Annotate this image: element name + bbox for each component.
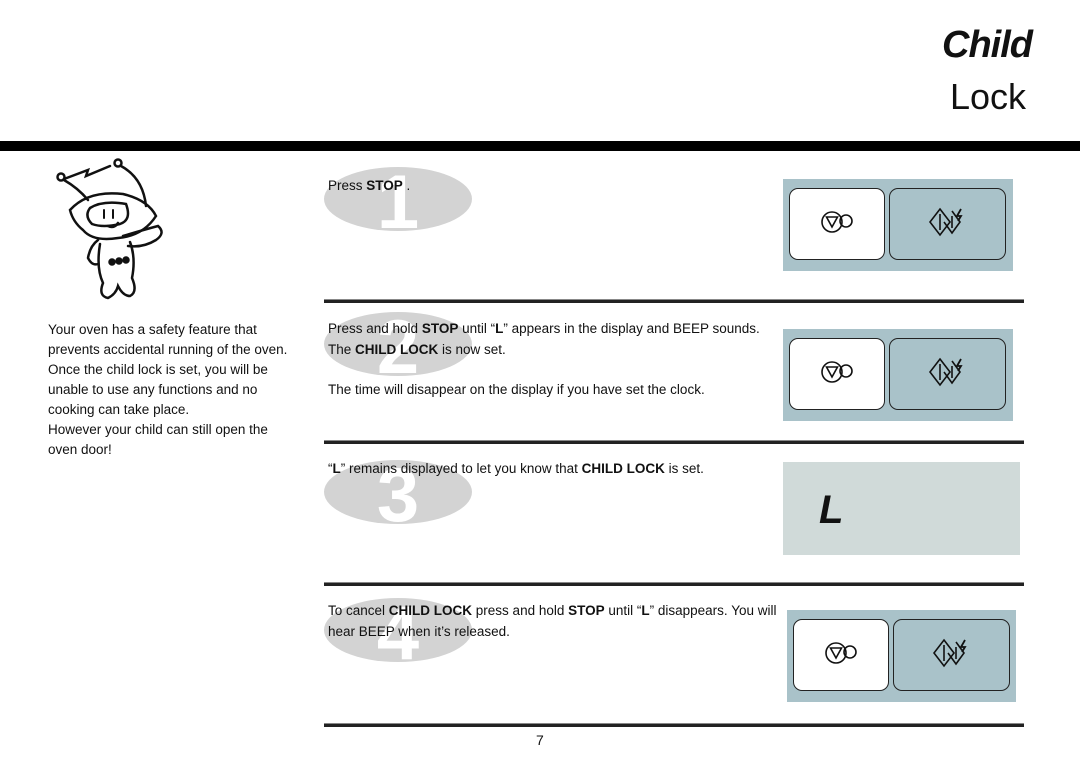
intro-line: cooking can take place. — [48, 402, 190, 417]
emphasized-text: STOP — [421, 321, 459, 336]
intro-line: prevents accidental running of the oven. — [48, 342, 288, 357]
text-segment: Press and hold — [328, 321, 422, 336]
emphasized-text: CHILD LOCK — [355, 342, 439, 357]
text-segment: press and hold — [472, 603, 569, 618]
step-text-line: Press and hold STOP until “L” appears in… — [328, 318, 1024, 339]
text-segment: until “ — [604, 603, 642, 618]
step-text: To cancel CHILD LOCK press and hold STOP… — [324, 598, 1024, 642]
header-rule — [0, 141, 1080, 151]
text-segment: ” appears in the display and BEEP sounds… — [503, 321, 760, 336]
start-quick-icon — [928, 207, 968, 242]
section-divider — [324, 723, 1024, 727]
text-segment: is now set. — [438, 342, 506, 357]
step-text-line: To cancel CHILD LOCK press and hold STOP… — [328, 600, 1024, 621]
step-text-line: hear BEEP when it’s released. — [328, 621, 1024, 642]
section-divider — [324, 440, 1024, 444]
step-3: 3 “L” remains displayed to let you know … — [324, 455, 1024, 524]
page-title-child: Child — [942, 24, 1033, 66]
page-number: 7 — [536, 732, 544, 748]
emphasized-text: CHILD LOCK — [388, 603, 473, 618]
emphasized-text: L — [332, 461, 341, 476]
stop-clear-icon — [824, 640, 858, 671]
text-segment: is set. — [664, 461, 704, 476]
text-segment: hear BEEP when it’s released. — [328, 624, 510, 639]
intro-line: Your oven has a safety feature that — [48, 322, 257, 337]
emphasized-text: CHILD LOCK — [581, 461, 665, 476]
step-text: Press and hold STOP until “L” appears in… — [324, 312, 1024, 400]
section-divider — [324, 299, 1024, 303]
text-segment: ” disappears. You will — [649, 603, 777, 618]
mascot-illustration — [56, 158, 163, 300]
intro-line: unable to use any functions and no — [48, 382, 258, 397]
stop-clear-icon — [820, 209, 854, 240]
text-segment: . — [402, 178, 411, 193]
text-segment: The — [328, 342, 356, 357]
text-segment: ” remains displayed to let you know that — [340, 461, 582, 476]
emphasized-text: STOP — [568, 603, 605, 618]
page-title-lock: Lock — [950, 76, 1027, 117]
step-text: “L” remains displayed to let you know th… — [324, 455, 1024, 479]
text-segment: until “ — [458, 321, 496, 336]
start-quick-icon — [932, 638, 972, 673]
intro-line: However your child can still open the — [48, 422, 268, 437]
stop-button[interactable] — [789, 188, 885, 260]
section-divider — [324, 582, 1024, 586]
step-text-line: The CHILD LOCK is now set. — [328, 339, 1024, 360]
emphasized-text: L — [641, 603, 650, 618]
start-button[interactable] — [889, 188, 1006, 260]
step-1: 1 Press STOP . — [324, 167, 1024, 231]
text-segment: Press — [328, 178, 367, 193]
step-2: 2 Press and hold STOP until “L” appears … — [324, 312, 1024, 400]
intro-line: Once the child lock is set, you will be — [48, 362, 268, 377]
text-segment: To cancel — [328, 603, 389, 618]
intro-line: oven door! — [48, 442, 112, 457]
intro-text: Your oven has a safety feature that prev… — [48, 320, 308, 460]
emphasized-text: STOP — [366, 178, 403, 193]
display-character: L — [819, 488, 844, 532]
step-note: The time will disappear on the display i… — [328, 382, 705, 397]
step-text: Press STOP . — [324, 167, 1024, 196]
step-4: 4 To cancel CHILD LOCK press and hold ST… — [324, 598, 1024, 662]
